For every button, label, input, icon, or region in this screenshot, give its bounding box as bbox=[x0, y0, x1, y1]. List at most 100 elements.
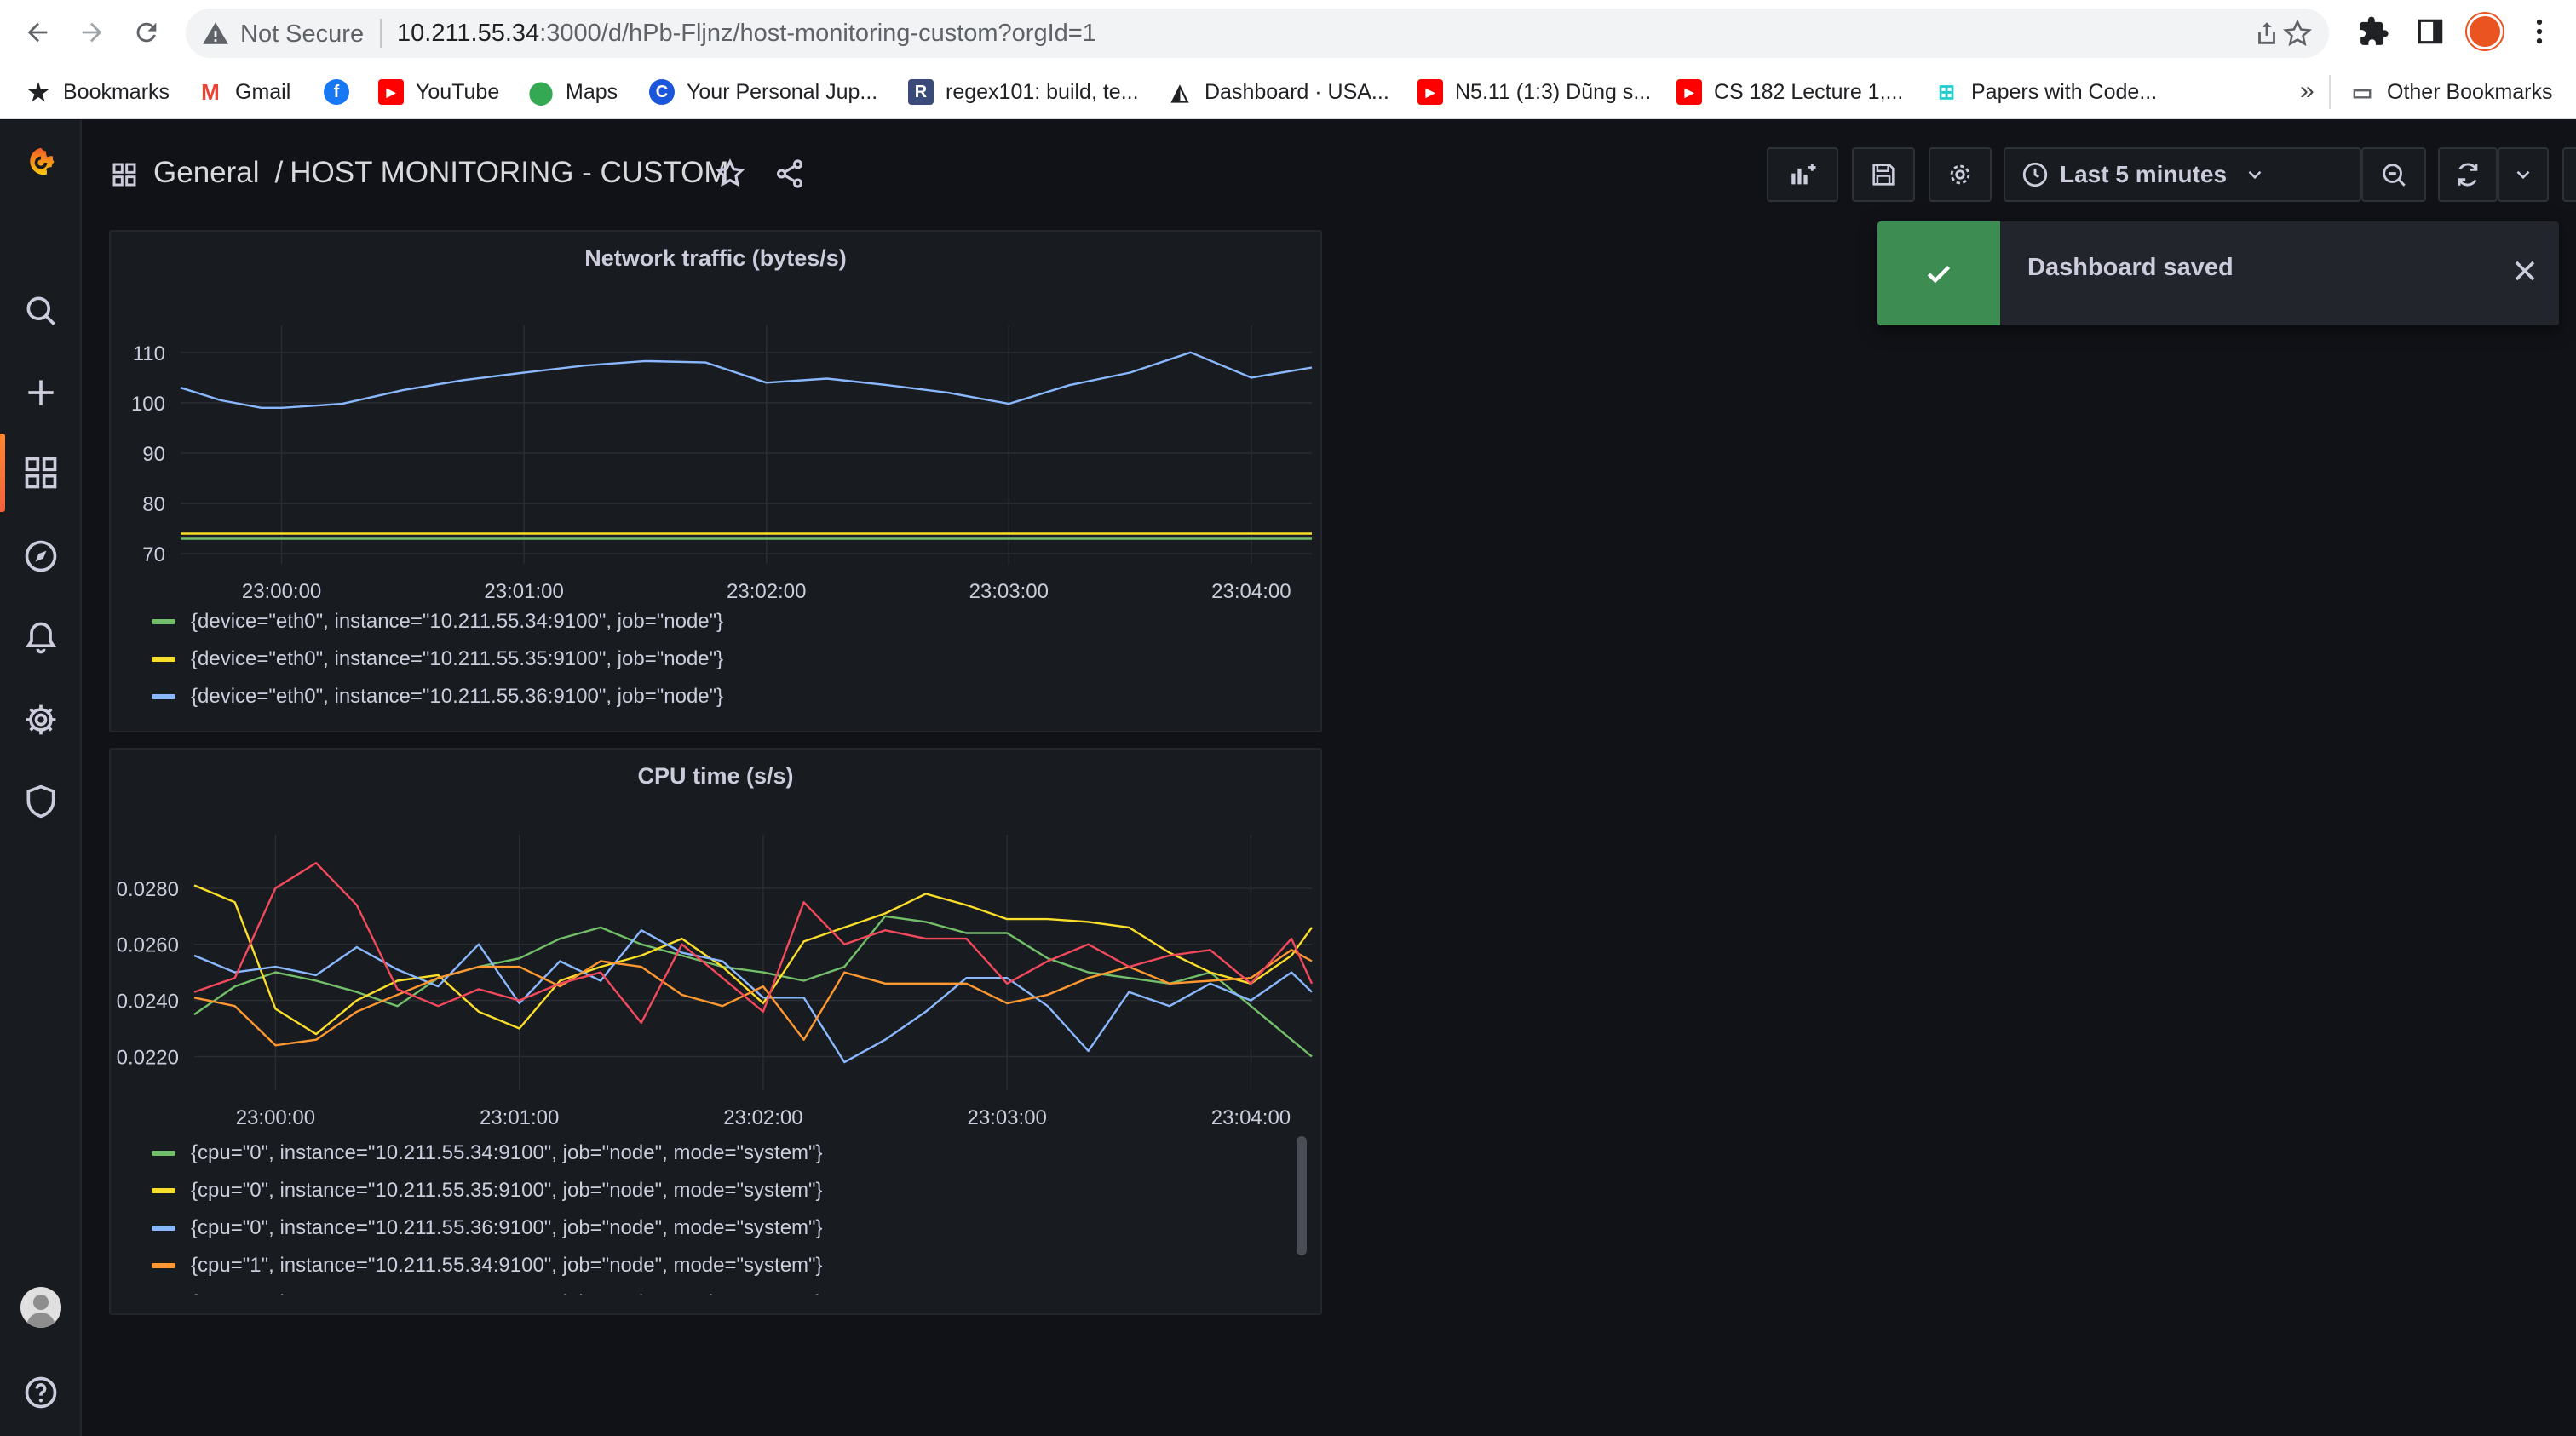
success-toast: Dashboard saved bbox=[1877, 221, 2559, 325]
legend-label: {device="eth0", instance="10.211.55.34:9… bbox=[191, 610, 724, 633]
alerting-bell-icon[interactable] bbox=[20, 617, 61, 658]
arrow-right-icon bbox=[82, 22, 102, 43]
zoom-out-button[interactable] bbox=[2361, 147, 2426, 202]
legend-item[interactable]: {cpu="0", instance="10.211.55.35:9100", … bbox=[152, 1172, 823, 1209]
bookmark-item[interactable]: f bbox=[324, 75, 361, 109]
cycle-view-mode-button[interactable] bbox=[2562, 147, 2576, 202]
url-text[interactable]: 10.211.55.34:3000/d/hPb-Fljnz/host-monit… bbox=[397, 20, 1096, 48]
x-tick-label: 23:01:00 bbox=[484, 580, 563, 603]
series-line bbox=[193, 928, 1313, 1064]
legend-scrollbar[interactable] bbox=[1297, 1136, 1307, 1255]
help-icon[interactable] bbox=[20, 1372, 61, 1413]
paperswithcode-icon: ⊞ bbox=[1937, 80, 1956, 104]
save-dashboard-button[interactable] bbox=[1852, 147, 1915, 202]
bookmark-item[interactable]: ⊞ Papers with Code... bbox=[1934, 75, 2157, 109]
more-bookmarks-chevron[interactable]: » bbox=[2300, 77, 2314, 106]
breadcrumb-folder[interactable]: General bbox=[153, 156, 260, 190]
side-panel-icon[interactable] bbox=[2414, 15, 2447, 48]
grafana-logo-icon[interactable] bbox=[20, 142, 61, 183]
security-label[interactable]: Not Secure bbox=[240, 20, 364, 49]
c-icon: C bbox=[649, 79, 675, 105]
dashboard-navbar: General / HOST MONITORING - CUSTOM Last … bbox=[82, 120, 2576, 227]
legend-swatch bbox=[152, 1188, 175, 1193]
explore-compass-icon[interactable] bbox=[20, 536, 61, 577]
back-button[interactable] bbox=[17, 12, 58, 53]
other-bookmarks[interactable]: ▭ Other Bookmarks bbox=[2349, 75, 2553, 109]
dashboard-settings-button[interactable] bbox=[1929, 147, 1992, 202]
folder-icon: ▭ bbox=[2351, 78, 2373, 105]
legend-item[interactable]: {cpu="1", instance="10.211.55.35:9100", … bbox=[152, 1284, 823, 1295]
bookmark-item[interactable]: C Your Personal Jup... bbox=[649, 75, 877, 109]
user-avatar[interactable] bbox=[20, 1287, 61, 1328]
dashboard-icon: ◭ bbox=[1171, 78, 1188, 105]
plus-icon[interactable] bbox=[20, 372, 61, 413]
bookmark-item[interactable]: ▶ CS 182 Lecture 1,... bbox=[1676, 75, 1903, 109]
breadcrumb: General / HOST MONITORING - CUSTOM bbox=[153, 156, 729, 190]
y-tick-label: 70 bbox=[142, 543, 165, 566]
x-tick-label: 23:03:00 bbox=[969, 580, 1049, 603]
url-host: 10.211.55.34 bbox=[397, 20, 540, 47]
bookmark-item[interactable]: ▶ N5.11 (1:3) Dũng s... bbox=[1417, 75, 1651, 109]
legend-item[interactable]: {device="eth0", instance="10.211.55.35:9… bbox=[152, 640, 723, 678]
dashboards-icon[interactable] bbox=[20, 452, 61, 493]
legend-label: {device="eth0", instance="10.211.55.35:9… bbox=[191, 647, 724, 670]
clock-icon bbox=[2022, 162, 2048, 187]
chart-legend: {device="eth0", instance="10.211.55.34:9… bbox=[152, 603, 723, 715]
close-icon[interactable] bbox=[2508, 254, 2542, 288]
time-picker-button[interactable]: Last 5 minutes bbox=[2004, 147, 2361, 202]
network-traffic-panel[interactable]: Network traffic (bytes/s) 70 80 90 100 110 23… bbox=[109, 230, 1322, 732]
forward-button[interactable] bbox=[72, 12, 112, 53]
share-icon[interactable] bbox=[773, 158, 806, 190]
legend-swatch bbox=[152, 1151, 175, 1156]
bookmarks-divider bbox=[2329, 75, 2331, 109]
y-tick-label: 90 bbox=[142, 443, 165, 466]
warning-icon bbox=[203, 22, 228, 44]
profile-avatar[interactable] bbox=[2467, 14, 2503, 49]
shield-icon[interactable] bbox=[20, 781, 61, 822]
breadcrumb-separator: / bbox=[274, 156, 284, 189]
star-icon: ★ bbox=[27, 78, 49, 106]
zoom-out-icon bbox=[2383, 164, 2406, 187]
favorite-star-icon[interactable] bbox=[714, 158, 746, 190]
legend-item[interactable]: {cpu="1", instance="10.211.55.34:9100", … bbox=[152, 1247, 823, 1284]
share-page-icon[interactable] bbox=[2252, 19, 2281, 48]
save-icon bbox=[1872, 164, 1895, 186]
x-tick-label: 23:00:00 bbox=[242, 580, 321, 603]
refresh-interval-dropdown[interactable] bbox=[2498, 147, 2549, 202]
y-tick-label: 110 bbox=[133, 342, 165, 365]
youtube-icon: ▶ bbox=[378, 79, 404, 105]
legend-label: {cpu="1", instance="10.211.55.35:9100", … bbox=[191, 1291, 823, 1295]
y-tick-label: 80 bbox=[142, 493, 165, 516]
r-icon: R bbox=[908, 79, 934, 105]
legend-item[interactable]: {device="eth0", instance="10.211.55.36:9… bbox=[152, 678, 723, 715]
configuration-gear-icon[interactable] bbox=[20, 699, 61, 740]
time-range-label: Last 5 minutes bbox=[2060, 161, 2228, 187]
gmail-icon: M bbox=[201, 78, 220, 105]
bookmark-item[interactable]: ▶ YouTube bbox=[378, 75, 499, 109]
kebab-menu-icon[interactable] bbox=[2523, 15, 2556, 48]
address-bar[interactable]: Not Secure 10.211.55.34:3000/d/hPb-Fljnz… bbox=[186, 9, 2329, 58]
legend-item[interactable]: {cpu="0", instance="10.211.55.36:9100", … bbox=[152, 1209, 823, 1247]
legend-item[interactable]: {cpu="0", instance="10.211.55.34:9100", … bbox=[152, 1134, 823, 1172]
series-line bbox=[193, 884, 1313, 1036]
cpu-time-panel[interactable]: CPU time (s/s) 0.0220 0.0240 0.0260 0.0280 2… bbox=[109, 748, 1322, 1315]
extensions-icon[interactable] bbox=[2358, 15, 2390, 48]
bookmark-item[interactable]: ◭ Dashboard · USA... bbox=[1167, 75, 1389, 109]
chevron-down-icon bbox=[2248, 170, 2262, 180]
facebook-icon: f bbox=[324, 79, 349, 105]
bookmark-item[interactable]: Rregex101: build, te... bbox=[908, 75, 1139, 109]
bookmarks-bar: ★ Bookmarks M Gmail f ▶ YouTube ⬤ Maps C Your… bbox=[0, 68, 2576, 116]
bookmark-item[interactable]: M Gmail bbox=[198, 75, 290, 109]
legend-item[interactable]: {device="eth0", instance="10.211.55.34:9… bbox=[152, 603, 723, 640]
bookmark-star-icon[interactable] bbox=[2283, 19, 2312, 48]
refresh-button[interactable] bbox=[2438, 147, 2498, 202]
bookmark-item[interactable]: ⬤ Maps bbox=[528, 75, 618, 109]
browser-toolbar: Not Secure 10.211.55.34:3000/d/hPb-Fljnz… bbox=[0, 0, 2576, 119]
reload-button[interactable] bbox=[126, 12, 167, 53]
gear-icon bbox=[1950, 164, 1970, 185]
bookmark-item[interactable]: ★ Bookmarks bbox=[26, 75, 170, 109]
dashboard-title[interactable]: HOST MONITORING - CUSTOM bbox=[290, 156, 728, 190]
add-panel-button[interactable] bbox=[1767, 147, 1838, 202]
search-icon[interactable] bbox=[20, 290, 61, 331]
series-line bbox=[180, 351, 1313, 410]
